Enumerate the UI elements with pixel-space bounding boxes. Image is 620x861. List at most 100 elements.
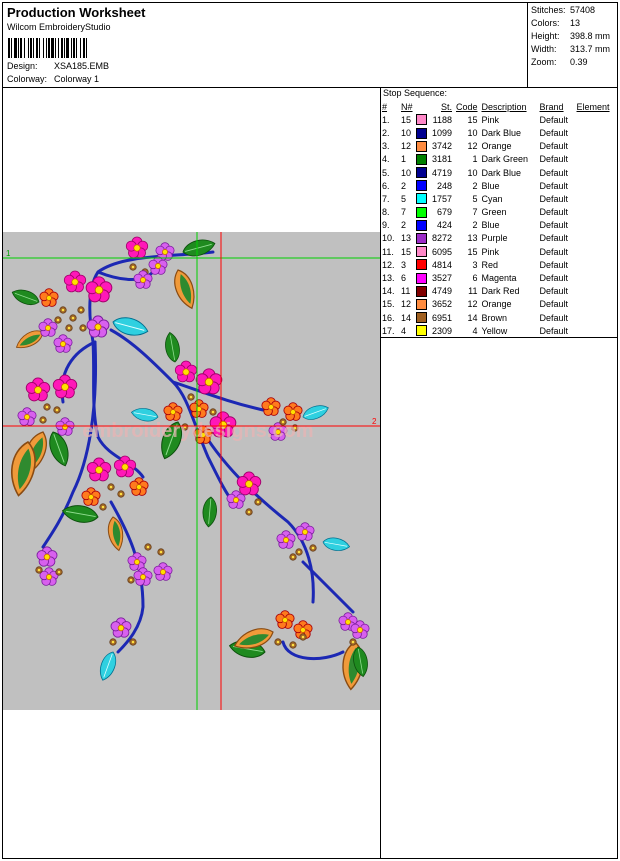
colorway-label: Colorway: xyxy=(7,74,48,84)
row-needle: 7 xyxy=(401,207,407,218)
table-row: 12. 3 4814 3 Red Default xyxy=(381,258,610,271)
color-swatch xyxy=(416,167,427,179)
row-description: Dark Red xyxy=(481,286,520,297)
barcode-bar xyxy=(11,38,12,58)
header-divider xyxy=(3,87,618,88)
row-needle: 2 xyxy=(401,180,407,191)
row-index: 13. xyxy=(382,273,395,284)
row-description: Yellow xyxy=(481,325,508,336)
row-description: Pink xyxy=(481,246,500,257)
table-row: 17. 4 2309 4 Yellow Default xyxy=(381,324,610,337)
row-stitches: 6095 xyxy=(431,246,452,257)
row-swatch xyxy=(416,166,430,179)
row-description: Pink xyxy=(481,114,500,125)
row-stitches: 4814 xyxy=(431,259,452,270)
row-element xyxy=(577,232,610,245)
row-element xyxy=(577,298,610,311)
row-needle: 10 xyxy=(401,167,412,178)
barcode-bar xyxy=(48,38,50,58)
row-needle: 14 xyxy=(401,312,412,323)
color-swatch xyxy=(416,233,427,245)
table-row: 2. 10 1099 10 Dark Blue Default xyxy=(381,126,610,139)
row-code: 15 xyxy=(467,114,478,125)
color-swatch xyxy=(416,153,427,165)
design-preview: embroiderydesigns.com 1 2 xyxy=(3,232,380,710)
row-brand: Default xyxy=(539,207,569,218)
row-description: Blue xyxy=(481,220,500,231)
stat-label: Colors: xyxy=(531,18,560,28)
row-needle: 6 xyxy=(401,273,407,284)
row-stitches: 1757 xyxy=(431,193,452,204)
row-needle: 11 xyxy=(401,286,411,297)
stat-width: Width: 313.7 mm xyxy=(531,44,616,57)
barcode-bar xyxy=(46,38,47,58)
col-header-description: Description xyxy=(481,101,527,112)
barcode-bar xyxy=(24,38,25,58)
row-element xyxy=(577,179,610,192)
row-element xyxy=(577,285,610,298)
barcode-bar xyxy=(73,38,75,58)
color-swatch xyxy=(416,272,427,284)
row-index: 10. xyxy=(382,233,395,244)
row-needle: 12 xyxy=(401,141,412,152)
table-row: 7. 5 1757 5 Cyan Default xyxy=(381,192,610,205)
row-stitches: 248 xyxy=(436,180,452,191)
row-brand: Default xyxy=(539,141,569,152)
barcode-bar xyxy=(66,38,69,58)
color-swatch xyxy=(416,246,427,258)
row-code: 15 xyxy=(467,246,478,257)
row-needle: 10 xyxy=(401,127,412,138)
row-element xyxy=(577,140,610,153)
row-brand: Default xyxy=(539,273,569,284)
barcode-bar xyxy=(30,38,32,58)
row-brand: Default xyxy=(539,325,569,336)
row-swatch xyxy=(416,324,430,337)
stat-height: Height: 398.8 mm xyxy=(531,31,616,44)
row-index: 3. xyxy=(382,141,390,152)
row-index: 4. xyxy=(382,154,390,165)
row-index: 9. xyxy=(382,220,390,231)
row-swatch xyxy=(416,271,430,284)
row-index: 12. xyxy=(382,259,395,270)
color-swatch xyxy=(416,180,427,192)
barcode-bar xyxy=(28,38,29,58)
row-swatch xyxy=(416,258,430,271)
stat-value: 398.8 mm xyxy=(570,31,611,41)
barcode-bar xyxy=(76,38,77,58)
row-code: 2 xyxy=(472,220,478,231)
stop-sequence-table: # N# St. Code Description Brand Element … xyxy=(381,100,610,337)
leaves xyxy=(6,235,371,691)
barcode-bar xyxy=(58,38,59,58)
col-header-stitches: St. xyxy=(440,101,452,112)
row-stitches: 3652 xyxy=(431,299,452,310)
row-code: 13 xyxy=(467,233,478,244)
stat-label: Height: xyxy=(531,31,560,41)
row-element xyxy=(577,153,610,166)
row-swatch xyxy=(416,206,430,219)
row-stitches: 2309 xyxy=(431,325,452,336)
row-stitches: 8272 xyxy=(431,233,452,244)
row-element xyxy=(577,219,610,232)
row-swatch xyxy=(416,232,430,245)
row-index: 17. xyxy=(382,325,395,336)
row-code: 11 xyxy=(468,286,478,297)
row-code: 5 xyxy=(472,193,478,204)
barcode-bar xyxy=(71,38,72,58)
barcode-bar xyxy=(51,38,54,58)
colorway-info: Colorway: Colorway 1 xyxy=(7,74,99,84)
row-needle: 13 xyxy=(401,233,412,244)
barcode-bar xyxy=(86,38,87,58)
table-row: 3. 12 3742 12 Orange Default xyxy=(381,140,610,153)
row-swatch xyxy=(416,126,430,139)
stat-label: Stitches: xyxy=(531,5,566,15)
row-element xyxy=(577,258,610,271)
row-element xyxy=(577,113,610,126)
colorway-value: Colorway 1 xyxy=(54,74,100,84)
row-index: 7. xyxy=(382,193,390,204)
table-row: 10. 13 8272 13 Purple Default xyxy=(381,232,610,245)
row-description: Cyan xyxy=(481,193,503,204)
design-label: Design: xyxy=(7,61,38,71)
row-brand: Default xyxy=(539,233,569,244)
color-swatch xyxy=(416,140,427,152)
table-row: 16. 14 6951 14 Brown Default xyxy=(381,311,610,324)
